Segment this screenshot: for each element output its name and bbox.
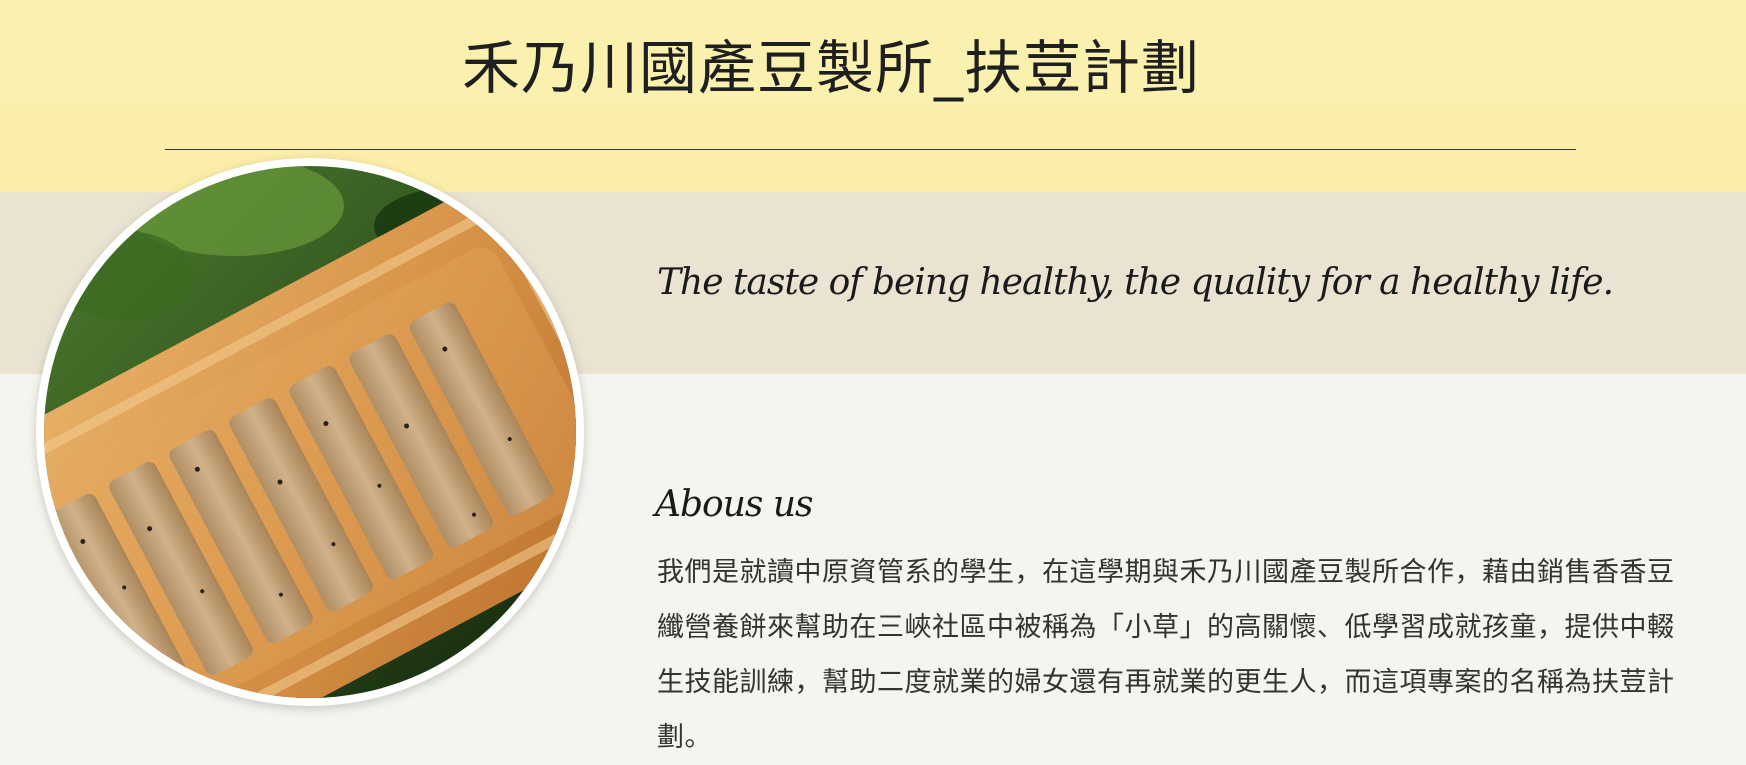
biscuit-tray-image (44, 166, 576, 698)
site-title: 禾乃川國產豆製所_扶荳計劃 (462, 34, 1201, 102)
about-heading: Abous us (655, 484, 813, 525)
tagline: The taste of being healthy, the quality … (657, 262, 1614, 303)
product-photo-frame (36, 158, 584, 706)
product-photo (44, 166, 576, 698)
header-divider (165, 149, 1576, 150)
about-body-text: 我們是就讀中原資管系的學生，在這學期與禾乃川國產豆製所合作，藉由銷售香香豆纖營養… (657, 557, 1675, 753)
